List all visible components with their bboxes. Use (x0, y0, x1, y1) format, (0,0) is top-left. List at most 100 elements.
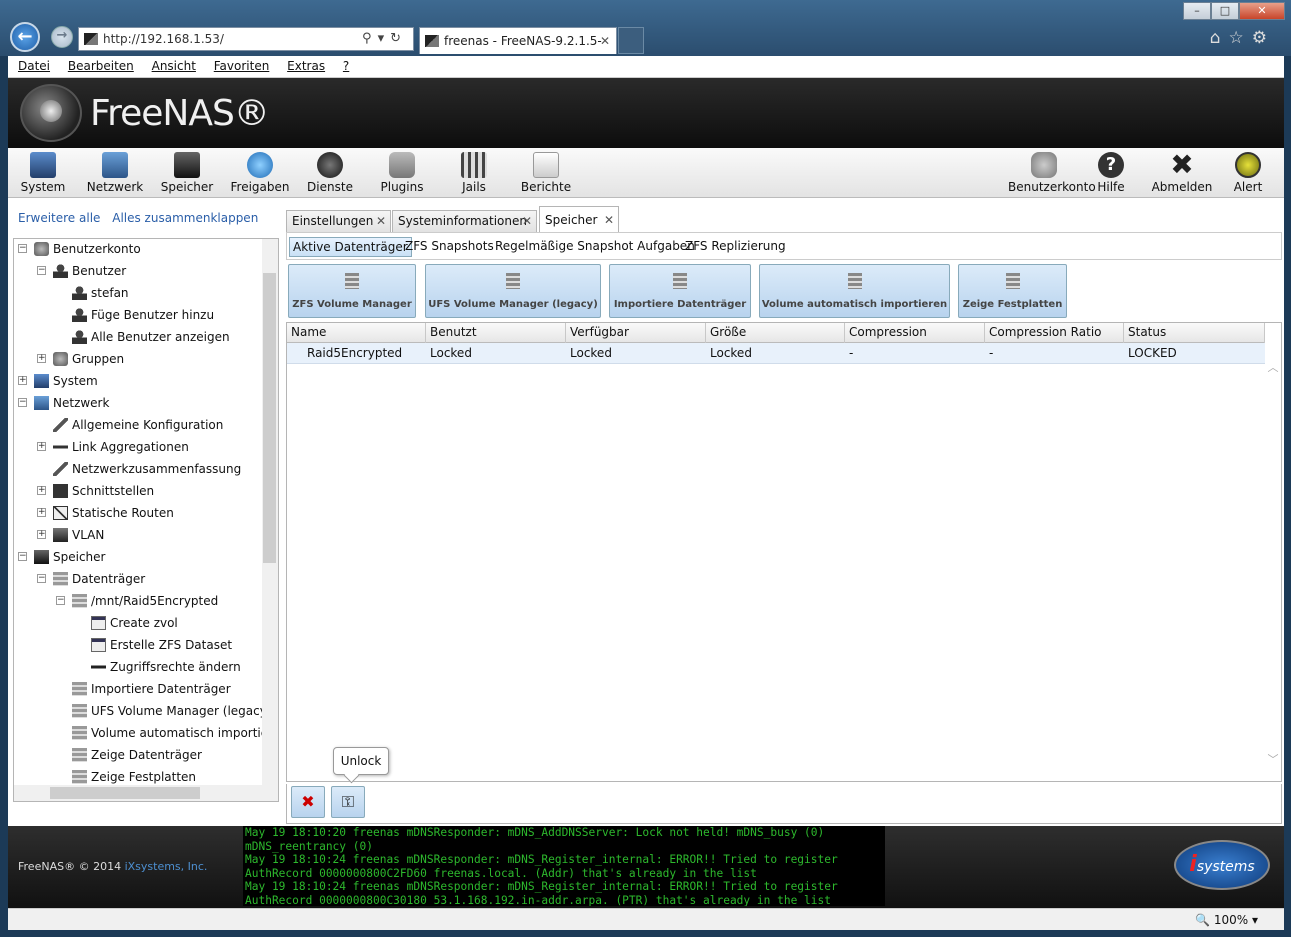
ixsystems-logo: isystems (1174, 840, 1270, 890)
close-icon[interactable]: ✕ (522, 211, 532, 231)
toolbar-freigaben[interactable]: Freigaben (225, 152, 295, 194)
close-window-button[interactable]: ✕ (1239, 2, 1285, 20)
maximize-button[interactable]: □ (1211, 2, 1239, 20)
disk-view-icon (72, 748, 87, 762)
toolbar-dienste[interactable]: Dienste (295, 152, 365, 194)
toolbar-jails[interactable]: Jails (439, 152, 509, 194)
scroll-thumb[interactable] (50, 787, 200, 799)
subtab-zfs-snapshots[interactable]: ZFS Snapshots (402, 237, 497, 257)
expand-icon[interactable]: + (37, 354, 46, 363)
collapse-icon[interactable]: − (37, 266, 46, 275)
tree-item-label: Link Aggregationen (72, 440, 189, 454)
import-disk-button[interactable]: Importiere Datenträger (609, 264, 751, 318)
address-bar[interactable]: http://192.168.1.53/ ⚲▾↻ (78, 27, 414, 51)
alert-icon (1235, 152, 1261, 178)
toolbar-benutzerkonto[interactable]: Benutzerkonto (1008, 152, 1096, 194)
tree-item-label: Schnittstellen (72, 484, 155, 498)
toolbar-alert[interactable]: Alert (1213, 152, 1283, 194)
expand-icon[interactable]: + (37, 486, 46, 495)
key-icon: ⚿ (341, 792, 355, 811)
toolbar-abmelden[interactable]: ✖ Abmelden (1147, 151, 1217, 195)
user-icon (53, 264, 68, 278)
close-tab-icon[interactable]: ✕ (600, 28, 610, 54)
back-button[interactable]: ← (10, 22, 40, 52)
action-buttons: ZFS Volume Manager UFS Volume Manager (l… (286, 262, 1282, 320)
tree-item-label: Netzwerk (53, 396, 110, 410)
forward-button[interactable]: → (51, 26, 73, 48)
ix-logo-text: systems (1196, 859, 1255, 875)
show-disks-button[interactable]: Zeige Festplatten (958, 264, 1067, 318)
tree-item-label: Füge Benutzer hinzu (91, 308, 215, 322)
main-panel: Einstellungen ✕ Systeminformationen ✕ Spei… (286, 204, 1282, 830)
column-header[interactable]: Verfügbar (566, 323, 706, 343)
auto-import-button[interactable]: Volume automatisch importieren (759, 264, 950, 318)
table-row[interactable]: Raid5Encrypted Locked Locked Locked - - … (287, 343, 1265, 364)
expand-all-link[interactable]: Erweitere alle (18, 211, 100, 225)
table-scrollbar[interactable]: ︿ ﹀ (1265, 343, 1281, 781)
collapse-icon[interactable]: − (18, 244, 27, 253)
toolbar-plugins[interactable]: Plugins (367, 152, 437, 194)
close-icon[interactable]: ✕ (376, 211, 386, 231)
column-header[interactable]: Compression Ratio (985, 323, 1124, 343)
menu-extras[interactable]: Extras (287, 59, 325, 73)
column-header[interactable]: Benutzt (426, 323, 566, 343)
log-line: AuthRecord 0000000800C2FD60 freenas.loca… (245, 866, 757, 880)
tree-item-label: Create zvol (110, 616, 178, 630)
toolbar-hilfe[interactable]: ? Hilfe (1080, 152, 1142, 194)
ufs-volume-manager-button[interactable]: UFS Volume Manager (legacy) (425, 264, 601, 318)
tab-speicher[interactable]: Speicher ✕ (539, 206, 619, 233)
tree-item-label: Benutzer (72, 264, 127, 278)
zoom-control[interactable]: 🔍 100% ▾ (1195, 911, 1258, 929)
detach-volume-button[interactable]: ✖ (291, 786, 325, 818)
expand-icon[interactable]: + (37, 530, 46, 539)
menu-bearbeiten[interactable]: Bearbeiten (68, 59, 134, 73)
menu-datei[interactable]: Datei (18, 59, 50, 73)
subtab-aktive-datentraeger[interactable]: Aktive Datenträger (289, 237, 412, 257)
scroll-thumb[interactable] (263, 273, 276, 563)
collapse-icon[interactable]: − (18, 552, 27, 561)
minimize-button[interactable]: – (1183, 2, 1211, 20)
tree-item-label: Volume automatisch importiere (91, 726, 279, 740)
expand-icon[interactable]: + (37, 442, 46, 451)
subtab-zfs-replizierung[interactable]: ZFS Replizierung (682, 237, 789, 257)
browser-icons[interactable]: ⌂☆⚙ (1210, 28, 1275, 48)
collapse-icon[interactable]: − (56, 596, 65, 605)
toolbar-berichte[interactable]: Berichte (511, 152, 581, 194)
scroll-down-icon[interactable]: ﹀ (1265, 751, 1281, 767)
close-icon[interactable]: ✕ (604, 207, 614, 233)
toolbar-netzwerk[interactable]: Netzwerk (80, 152, 150, 194)
tab-systeminformationen[interactable]: Systeminformationen ✕ (392, 210, 537, 232)
menu-help[interactable]: ? (343, 59, 349, 73)
toolbar-speicher[interactable]: Speicher (152, 152, 222, 194)
tree-horizontal-scrollbar[interactable] (14, 785, 264, 801)
collapse-all-link[interactable]: Alles zusammenklappen (112, 211, 258, 225)
column-header[interactable]: Name (287, 323, 426, 343)
subtab-snapshot-aufgaben[interactable]: Regelmäßige Snapshot Aufgaben (492, 237, 698, 257)
collapse-icon[interactable]: − (37, 574, 46, 583)
zfs-volume-manager-button[interactable]: ZFS Volume Manager (288, 264, 416, 318)
company-link[interactable]: iXsystems, Inc. (125, 860, 208, 873)
log-line: May 19 18:10:24 freenas mDNSResponder: m… (245, 880, 838, 894)
cell-verfuegbar: Locked (570, 346, 612, 360)
menu-ansicht[interactable]: Ansicht (152, 59, 196, 73)
tab-einstellungen[interactable]: Einstellungen ✕ (286, 210, 391, 232)
browser-tab[interactable]: freenas - FreeNAS-9.2.1.5-R... ✕ (419, 27, 617, 74)
address-tools[interactable]: ⚲▾↻ (362, 28, 407, 50)
toolbar-system[interactable]: System (8, 152, 78, 194)
column-header[interactable]: Größe (706, 323, 845, 343)
toolbar-label: Jails (462, 180, 486, 194)
column-header[interactable]: Compression (845, 323, 985, 343)
toolbar-label: Abmelden (1151, 180, 1213, 194)
user-icon (72, 286, 87, 300)
cell-compression-ratio: - (989, 346, 994, 360)
expand-icon[interactable]: + (37, 508, 46, 517)
collapse-icon[interactable]: − (18, 398, 27, 407)
column-header[interactable]: Status (1124, 323, 1265, 343)
scroll-up-icon[interactable]: ︿ (1265, 359, 1281, 375)
link-icon (53, 440, 68, 454)
expand-icon[interactable]: + (18, 376, 27, 385)
tree-vertical-scrollbar[interactable] (262, 239, 278, 801)
new-tab-button[interactable] (618, 27, 644, 54)
menu-favoriten[interactable]: Favoriten (214, 59, 270, 73)
unlock-button[interactable]: ⚿ (331, 786, 365, 818)
